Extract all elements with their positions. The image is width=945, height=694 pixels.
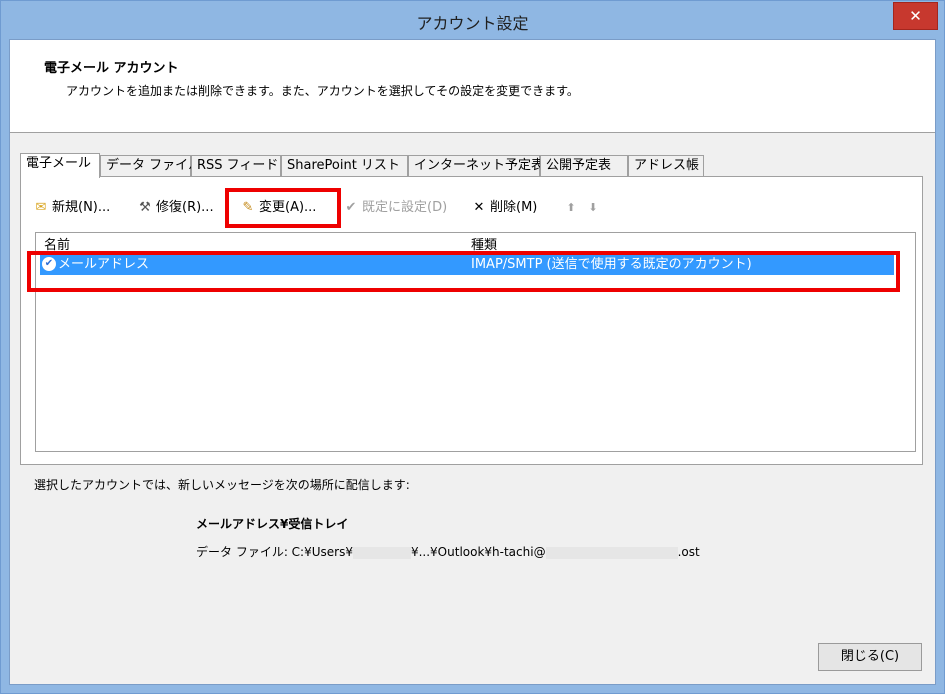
- delete-button[interactable]: ✕ 削除(M): [471, 197, 538, 219]
- tab-sharepoint-lists[interactable]: SharePoint リスト: [281, 155, 408, 177]
- repair-tools-icon: ⚒: [139, 200, 151, 215]
- tab-email[interactable]: 電子メール: [20, 153, 100, 178]
- arrow-up-icon: ⬆: [566, 201, 576, 214]
- redacted-username: [352, 546, 411, 559]
- set-default-button[interactable]: ✔ 既定に設定(D): [343, 197, 448, 219]
- repair-label: 修復(R)...: [156, 200, 214, 215]
- delivery-folder: メールアドレス¥受信トレイ: [196, 517, 349, 531]
- list-header: 名前 種類: [36, 233, 915, 253]
- window-close-button[interactable]: ✕: [893, 2, 938, 30]
- tab-rss-feeds[interactable]: RSS フィード: [191, 155, 281, 177]
- new-account-icon: ✉: [35, 200, 47, 215]
- tab-published-calendars[interactable]: 公開予定表: [540, 155, 628, 177]
- tab-internet-calendars[interactable]: インターネット予定表: [408, 155, 544, 177]
- new-account-button[interactable]: ✉ 新規(N)...: [33, 197, 111, 219]
- header-title: 電子メール アカウント: [44, 61, 179, 76]
- email-tab-panel: ✉ 新規(N)... ⚒ 修復(R)... ✎ 変更(A)... ✔ 既定に設定(D) …: [20, 176, 923, 465]
- delete-x-icon: ✕: [473, 200, 485, 215]
- data-file-mid: ¥...¥Outlook¥h-tachi@: [410, 545, 546, 559]
- title-bar: アカウント設定 ✕: [1, 1, 944, 39]
- set-default-check-icon: ✔: [345, 200, 357, 215]
- window-title: アカウント設定: [416, 14, 529, 33]
- move-up-button[interactable]: ⬆: [563, 197, 582, 219]
- account-toolbar: ✉ 新規(N)... ⚒ 修復(R)... ✎ 変更(A)... ✔ 既定に設定(D) …: [33, 197, 913, 221]
- delivery-info-text: 選択したアカウントでは、新しいメッセージを次の場所に配信します:: [34, 478, 410, 492]
- dialog-client-area: 電子メール アカウント アカウントを追加または削除できます。また、アカウントを選…: [9, 39, 936, 685]
- data-file-suffix: .ost: [677, 545, 700, 559]
- close-dialog-button[interactable]: 閉じる(C): [818, 643, 922, 671]
- account-settings-window: アカウント設定 ✕ 電子メール アカウント アカウントを追加または削除できます。…: [0, 0, 945, 694]
- redacted-email-domain: [545, 546, 678, 559]
- change-button-highlight: [225, 188, 341, 228]
- data-file-prefix: データ ファイル: C:¥Users¥: [196, 545, 353, 559]
- tab-strip: 電子メール データ ファイル RSS フィード SharePoint リスト イ…: [20, 153, 920, 178]
- delete-label: 削除(M): [490, 200, 538, 215]
- repair-button[interactable]: ⚒ 修復(R)...: [137, 197, 214, 219]
- tab-data-files[interactable]: データ ファイル: [100, 155, 201, 177]
- new-account-label: 新規(N)...: [52, 200, 111, 215]
- move-down-button[interactable]: ⬇: [585, 197, 604, 219]
- account-row-highlight: [27, 251, 900, 292]
- data-file-path: データ ファイル: C:¥Users¥ ¥...¥Outlook¥h-tachi@…: [196, 543, 700, 560]
- header-description: アカウントを追加または削除できます。また、アカウントを選択してその設定を変更でき…: [66, 84, 579, 98]
- header-panel: 電子メール アカウント アカウントを追加または削除できます。また、アカウントを選…: [10, 40, 935, 133]
- tab-address-books[interactable]: アドレス帳: [628, 155, 704, 177]
- arrow-down-icon: ⬇: [588, 201, 598, 214]
- set-default-label: 既定に設定(D): [362, 200, 448, 215]
